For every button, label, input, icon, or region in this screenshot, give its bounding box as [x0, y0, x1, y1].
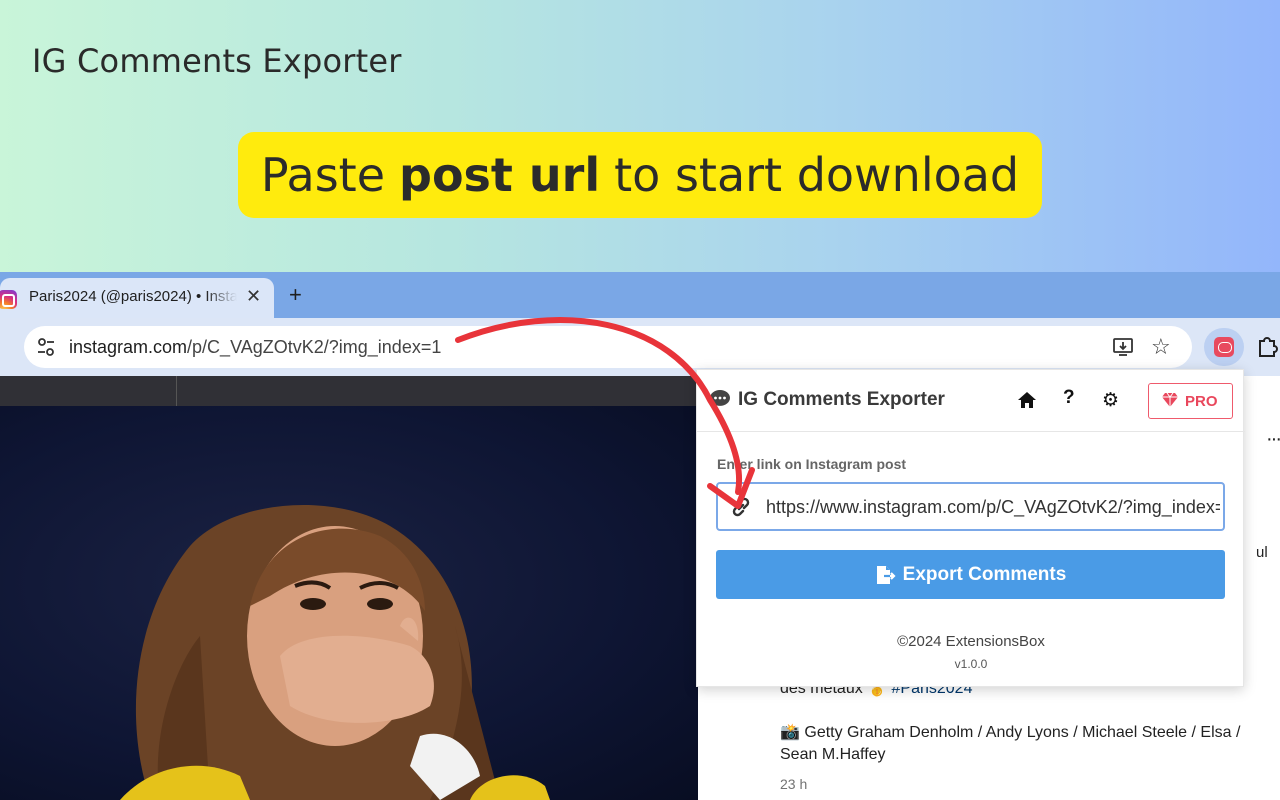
install-icon[interactable]: [1112, 336, 1134, 358]
instagram-icon: [0, 290, 17, 309]
post-url-input[interactable]: [766, 492, 1220, 522]
banner-text-bold: post url: [399, 148, 601, 202]
copyright-text: ©2024 ExtensionsBox: [897, 633, 1045, 650]
popup-header: IG Comments Exporter ? ⚙ PRO: [697, 370, 1245, 432]
pro-label: PRO: [1185, 393, 1218, 410]
export-comments-button[interactable]: Export Comments: [716, 550, 1225, 599]
tab-paris2024[interactable]: Paris2024 (@paris2024) • Instagram ✕: [0, 278, 274, 318]
chat-bubble-icon: [710, 390, 730, 408]
hero-title: IG Comments Exporter: [32, 42, 402, 80]
extension-button[interactable]: [1204, 328, 1244, 366]
url-field-label: Enter link on Instagram post: [717, 456, 907, 472]
browser-toolbar: instagram.com/p/C_VAgZOtvK2/?img_index=1…: [0, 318, 1280, 376]
tab-title: Paris2024 (@paris2024) • Instagram: [29, 288, 237, 305]
strip-divider: [176, 376, 177, 406]
help-icon[interactable]: ?: [1063, 387, 1075, 409]
url-text[interactable]: instagram.com/p/C_VAgZOtvK2/?img_index=1: [69, 337, 441, 358]
url-path: /p/C_VAgZOtvK2/?img_index=1: [187, 337, 442, 357]
extension-icon: [1214, 337, 1234, 357]
banner-text-before: Paste: [260, 148, 386, 202]
instruction-banner: Paste post url to start download: [238, 132, 1042, 218]
pro-button[interactable]: PRO: [1148, 383, 1233, 419]
star-icon[interactable]: ☆: [1151, 334, 1171, 360]
version-text: v1.0.0: [954, 657, 988, 671]
gem-icon: [1162, 392, 1178, 407]
puzzle-icon[interactable]: [1256, 334, 1280, 358]
more-options-icon[interactable]: ···: [1266, 428, 1280, 451]
athlete-photo-illustration: [120, 504, 550, 800]
photo-top-strip: [0, 376, 698, 406]
site-info-icon[interactable]: [36, 336, 56, 358]
link-icon: [732, 497, 750, 517]
close-icon[interactable]: ✕: [246, 286, 261, 307]
export-label: Export Comments: [902, 563, 1067, 585]
new-tab-button[interactable]: +: [289, 282, 302, 308]
caption-peek: ul: [1256, 544, 1268, 561]
extension-popup: IG Comments Exporter ? ⚙ PRO Enter link …: [696, 369, 1245, 687]
hero-section: IG Comments Exporter Paste post url to s…: [0, 0, 1280, 272]
gear-icon[interactable]: ⚙: [1102, 389, 1119, 412]
popup-title: IG Comments Exporter: [738, 389, 945, 410]
file-export-icon: [876, 565, 896, 584]
address-bar[interactable]: instagram.com/p/C_VAgZOtvK2/?img_index=1…: [24, 326, 1192, 368]
photo-credits: 📸 Getty Graham Denholm / Andy Lyons / Mi…: [780, 724, 1241, 763]
url-domain: instagram.com: [69, 337, 188, 357]
post-photo[interactable]: [0, 406, 698, 800]
banner-text-after: to start download: [614, 148, 1020, 202]
home-icon[interactable]: [1017, 390, 1037, 410]
post-url-field[interactable]: [716, 482, 1225, 531]
tab-strip: Paris2024 (@paris2024) • Instagram ✕ +: [0, 272, 1280, 318]
post-time[interactable]: 23 h: [780, 776, 807, 792]
